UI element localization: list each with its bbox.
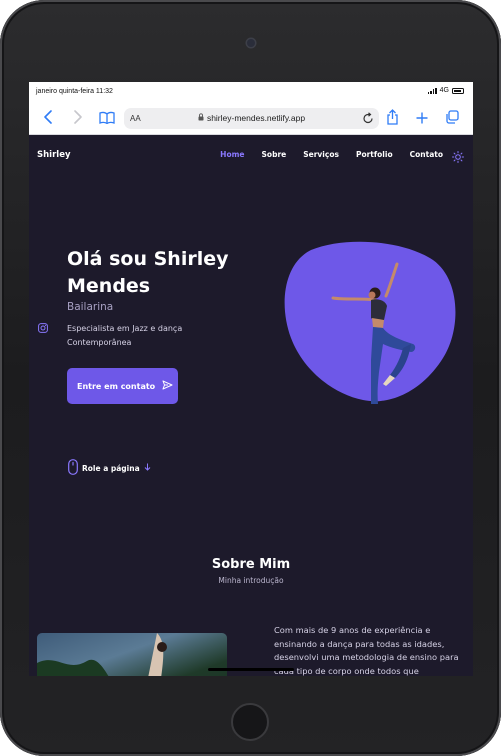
bookmarks-icon[interactable] [99,111,115,129]
nav-link-servicos[interactable]: Serviços [303,150,339,159]
nav-link-portfolio[interactable]: Portfolio [356,150,393,159]
nav-link-home[interactable]: Home [220,150,244,159]
about-image [37,633,227,676]
contact-button[interactable]: Entre em contato [67,368,178,404]
front-camera [247,39,255,47]
screen: janeiro quinta-feira 11:32 4G AA shirley… [29,82,473,676]
about-text: Com mais de 9 anos de experiência e ensi… [274,625,459,676]
browser-toolbar: AA shirley-mendes.netlify.app [29,102,473,135]
signal-icon [427,87,437,94]
hero-title: Olá sou Shirley Mendes [67,248,229,297]
hero-image [284,241,456,404]
url-value: shirley-mendes.netlify.app [206,113,306,123]
about-subtitle: Minha introdução [218,576,284,585]
nav-link-sobre[interactable]: Sobre [262,150,287,159]
status-indicators: 4G [427,87,464,94]
nav-link-contato[interactable]: Contato [410,150,443,159]
network-type: 4G [439,87,449,94]
status-time: janeiro quinta-feira 11:32 [36,88,113,95]
site-header: Shirley Home Sobre Serviços Portfolio Co… [29,135,473,175]
theme-sun-icon[interactable] [452,148,464,167]
nav-menu: Home Sobre Serviços Portfolio Contato [220,150,443,159]
share-icon[interactable] [386,109,399,130]
home-button[interactable] [231,703,269,741]
tablet-device-frame: janeiro quinta-feira 11:32 4G AA shirley… [0,0,501,756]
about-title: Sobre Mim [211,557,291,572]
back-icon[interactable] [43,110,53,129]
reload-icon[interactable] [362,112,374,130]
arrow-down-icon [144,463,151,473]
hero-subtitle: Bailarina [67,301,114,313]
new-tab-icon[interactable] [416,111,428,129]
scroll-down-label: Role a página [82,463,140,473]
instagram-icon[interactable] [38,318,48,337]
scroll-down-link[interactable]: Role a página [68,459,151,477]
battery-icon [452,87,464,94]
address-bar[interactable]: AA shirley-mendes.netlify.app [124,108,379,129]
send-icon [162,380,173,392]
forward-icon[interactable] [73,110,83,129]
url-text: shirley-mendes.netlify.app [124,113,379,123]
tabs-icon[interactable] [445,110,459,129]
site-logo[interactable]: Shirley [37,150,71,160]
mouse-icon [68,459,78,477]
status-bar: janeiro quinta-feira 11:32 4G [29,82,473,102]
home-indicator [208,668,294,671]
contact-button-label: Entre em contato [77,381,156,391]
hero-description: Especialista em Jazz e dança Contemporân… [67,324,183,347]
lock-icon [198,113,204,123]
